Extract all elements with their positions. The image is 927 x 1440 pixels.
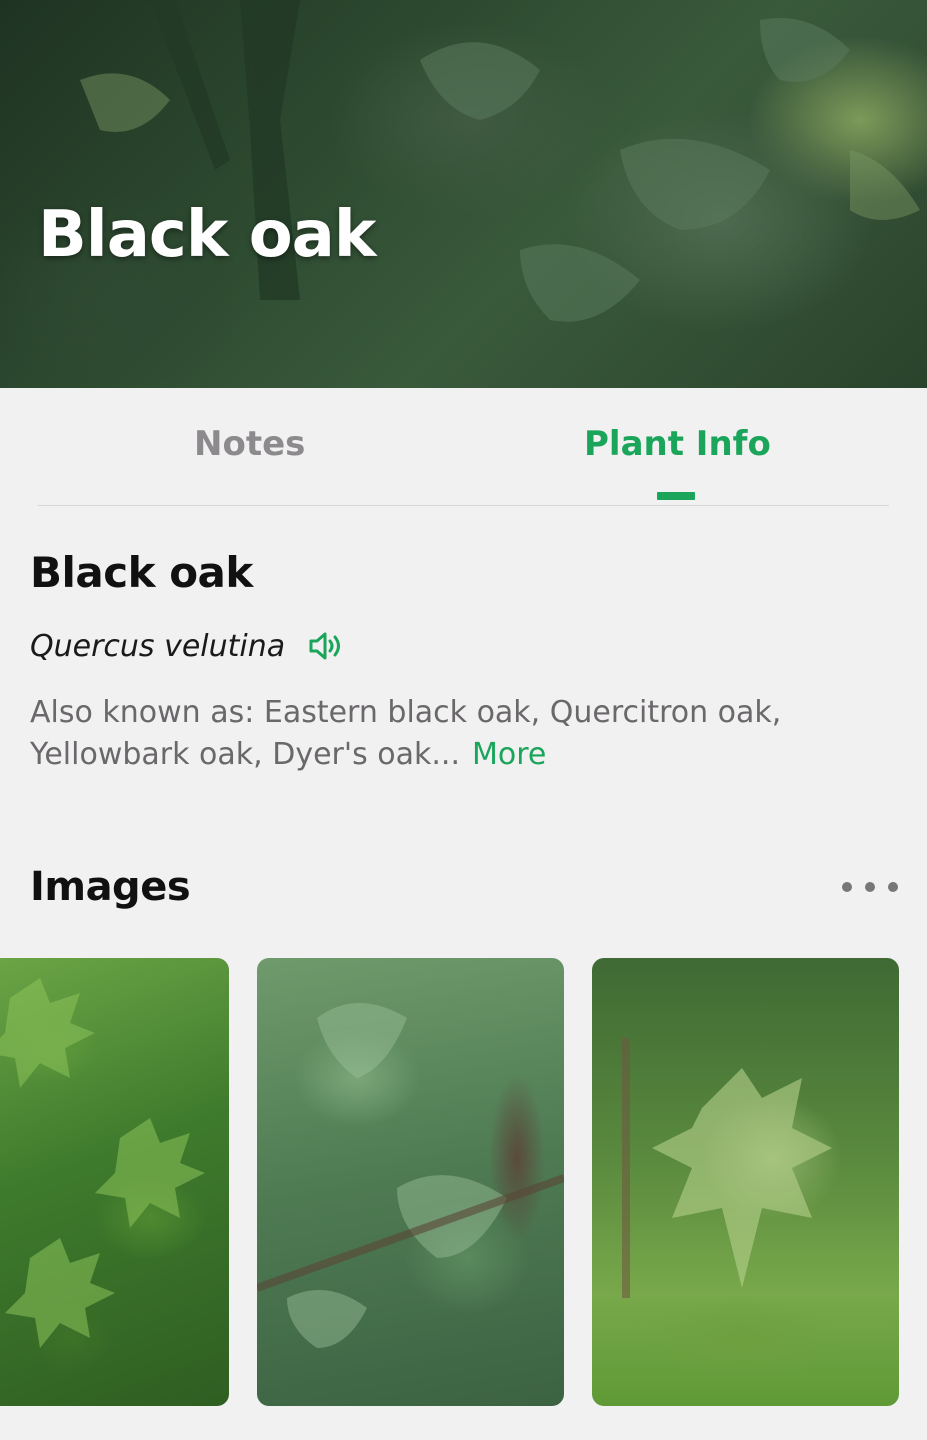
plant-image-2[interactable] bbox=[257, 958, 564, 1406]
plant-image-1[interactable] bbox=[0, 958, 229, 1406]
dot bbox=[865, 882, 875, 892]
tab-notes[interactable]: Notes bbox=[194, 424, 305, 464]
dot bbox=[888, 882, 898, 892]
leaf-shapes bbox=[0, 978, 205, 1348]
more-link[interactable]: More bbox=[472, 737, 546, 772]
also-known-as-text: Also known as: Eastern black oak, Querci… bbox=[30, 695, 782, 772]
hero-title: Black oak bbox=[38, 198, 376, 272]
tab-plant-info[interactable]: Plant Info bbox=[584, 424, 771, 464]
more-dots-icon[interactable] bbox=[842, 876, 898, 898]
plant-scientific-name: Quercus velutina bbox=[30, 628, 286, 664]
leaf-shapes bbox=[622, 1038, 832, 1298]
plant-image-3[interactable] bbox=[592, 958, 899, 1406]
leaf-shapes bbox=[257, 1003, 564, 1348]
leaf-foliage-illustration bbox=[80, 0, 920, 322]
dot bbox=[842, 882, 852, 892]
hero-image: Black oak bbox=[0, 0, 927, 388]
active-tab-indicator bbox=[657, 492, 695, 500]
tab-bar: Notes Plant Info bbox=[38, 388, 889, 506]
scientific-name-row: Quercus velutina bbox=[30, 626, 343, 666]
plant-common-name: Black oak bbox=[30, 548, 253, 597]
also-known-as: Also known as: Eastern black oak, Querci… bbox=[30, 692, 890, 776]
speaker-icon[interactable] bbox=[307, 630, 343, 662]
images-heading: Images bbox=[30, 864, 191, 910]
